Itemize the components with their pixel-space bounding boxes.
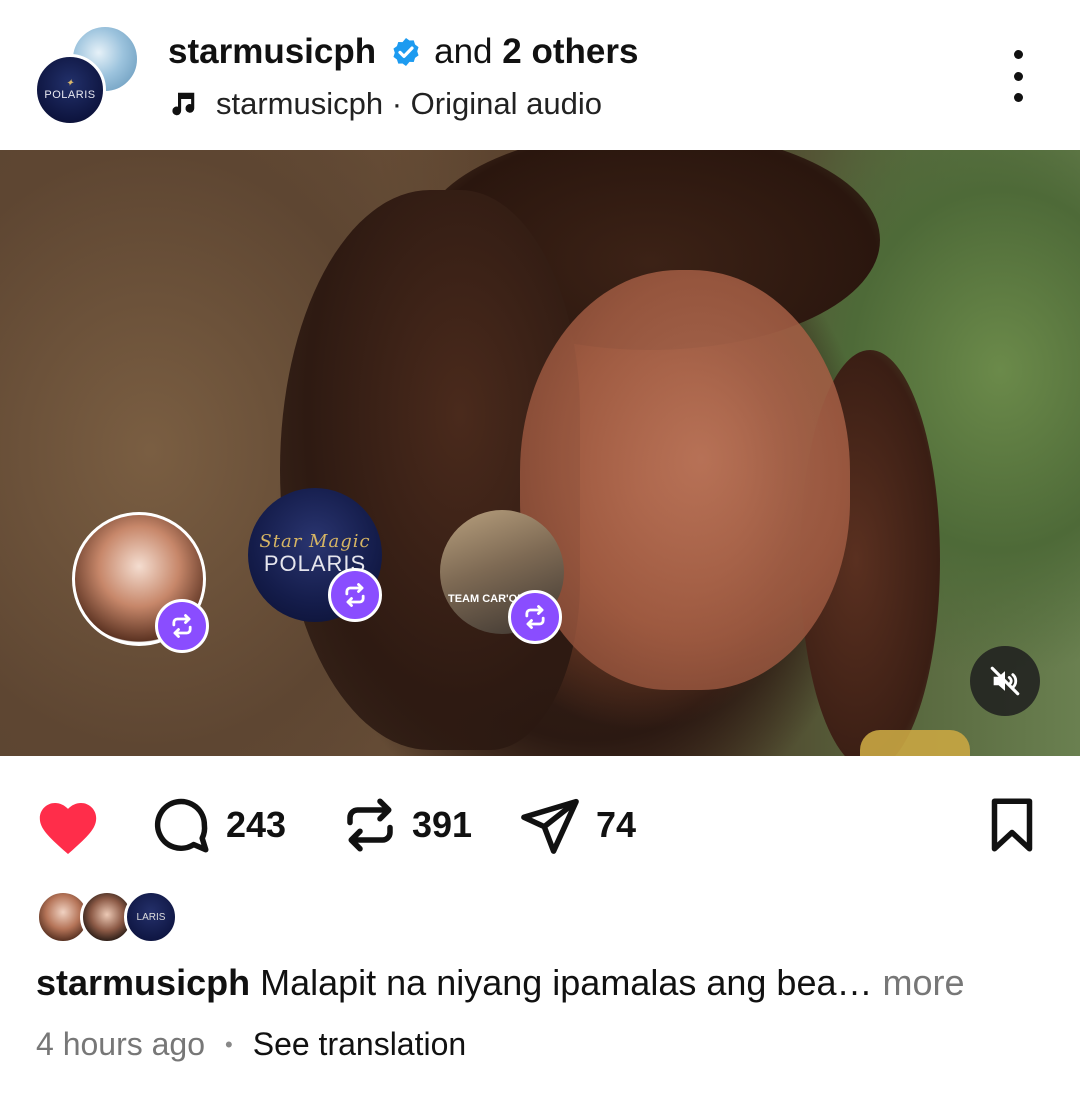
music-note-icon — [172, 92, 195, 116]
kebab-dot — [1013, 93, 1023, 102]
post-media[interactable]: Star Magic POLARIS TEAM CAR'ON OFF — [0, 150, 1080, 756]
repost-badge — [155, 599, 209, 653]
others-count: 2 others — [502, 32, 639, 71]
reposter-avatar[interactable]: Star Magic POLARIS — [248, 488, 382, 622]
share-count: 74 — [596, 804, 637, 845]
heart-filled-icon — [39, 803, 97, 855]
repost-button[interactable]: 391 — [340, 780, 472, 870]
repost-badge — [508, 590, 562, 644]
comment-bubble-icon — [154, 798, 209, 853]
verified-badge-icon — [393, 38, 419, 66]
reposter-avatar[interactable]: TEAM CAR'ON OFF — [440, 510, 564, 644]
header-text: starmusicph and 2 others starmusicph · O… — [168, 30, 638, 122]
paper-plane-icon — [521, 798, 579, 854]
avatar-logo-script: ✦ — [65, 78, 75, 89]
repost-arrows-icon — [347, 798, 393, 852]
and-text: and — [434, 32, 493, 71]
share-button[interactable]: 74 — [516, 780, 636, 870]
repost-icon — [172, 614, 192, 638]
action-bar: 243 391 74 — [0, 780, 1080, 870]
avatar-logo-text: POLARIS — [44, 89, 96, 101]
timestamp: 4 hours ago — [36, 1026, 206, 1062]
comment-count: 243 — [226, 804, 287, 845]
repost-count: 391 — [412, 804, 473, 845]
reposter-avatar[interactable] — [72, 512, 209, 653]
kebab-dot — [1013, 50, 1023, 59]
post-caption[interactable]: starmusicph Malapit na niyang ipamalas a… — [36, 962, 1056, 1004]
author-line: starmusicph and 2 others — [168, 30, 638, 74]
collaborators-text[interactable]: and 2 others — [434, 32, 638, 72]
save-button[interactable] — [982, 780, 1042, 870]
repost-icon — [345, 583, 365, 607]
caption-username[interactable]: starmusicph — [36, 962, 250, 1003]
comment-button[interactable]: 243 — [148, 780, 286, 870]
mute-toggle-button[interactable] — [970, 646, 1040, 716]
audio-label: starmusicph · Original audio — [216, 86, 602, 121]
kebab-dot — [1013, 71, 1023, 81]
photo-subject — [520, 270, 850, 690]
more-link[interactable]: more — [883, 962, 965, 1003]
repost-badge — [328, 568, 382, 622]
avatar-logo-script: Star Magic — [259, 531, 371, 552]
author-avatar-stack[interactable]: ✦ POLARIS — [34, 24, 144, 130]
avatar-logo-text: LARIS — [136, 911, 166, 923]
see-translation-link[interactable]: See translation — [253, 1026, 466, 1063]
primary-avatar[interactable]: ✦ POLARIS — [34, 54, 106, 126]
audio-line[interactable]: starmusicph · Original audio — [168, 86, 638, 122]
caption-text: Malapit na niyang ipamalas ang bea… — [260, 962, 873, 1003]
post-header: ✦ POLARIS starmusicph and 2 others starm… — [0, 0, 1080, 150]
photo-detail — [860, 730, 970, 756]
liker-avatar[interactable]: LARIS — [124, 890, 178, 944]
author-username[interactable]: starmusicph — [168, 32, 376, 72]
more-options-icon[interactable] — [1000, 50, 1036, 102]
repost-icon — [525, 605, 545, 629]
bookmark-icon — [991, 798, 1033, 852]
liked-by-avatars[interactable]: LARIS — [36, 890, 178, 948]
post-meta: 4 hours ago • See translation — [36, 1026, 466, 1063]
like-button[interactable] — [34, 780, 102, 870]
speaker-muted-icon — [990, 666, 1020, 696]
meta-separator: • — [225, 1031, 233, 1057]
